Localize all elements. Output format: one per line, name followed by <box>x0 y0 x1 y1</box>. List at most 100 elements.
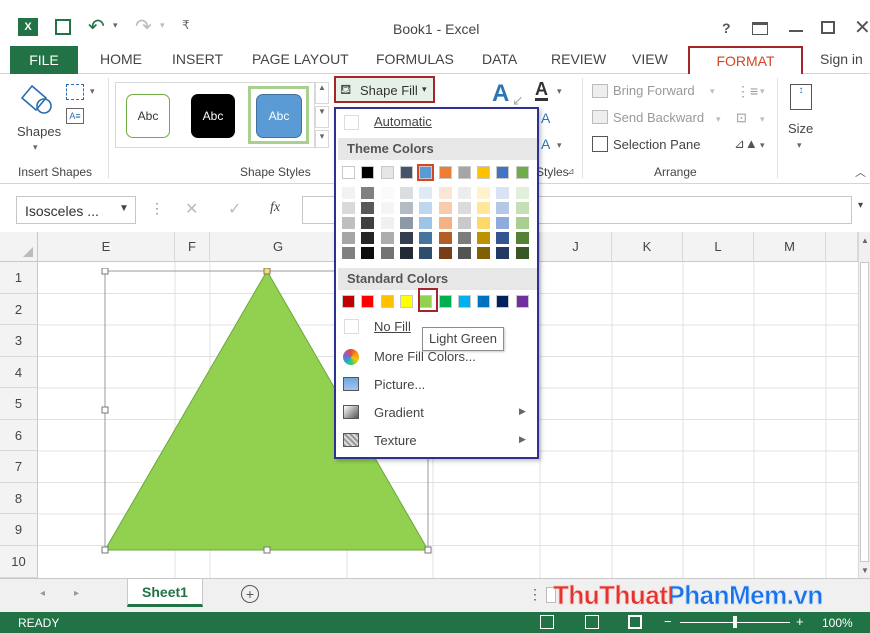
theme-tint-swatch[interactable] <box>496 202 510 214</box>
theme-color-swatch[interactable] <box>361 166 375 179</box>
send-backward-icon[interactable] <box>592 110 608 124</box>
menu-item-no-fill[interactable]: No Fill <box>374 319 411 334</box>
standard-color-swatch[interactable] <box>438 295 452 308</box>
scroll-down-icon[interactable]: ▼ <box>861 566 869 575</box>
tab-data[interactable]: DATA <box>482 51 517 67</box>
standard-color-swatch[interactable] <box>477 295 491 308</box>
theme-tint-swatch[interactable] <box>477 217 491 229</box>
theme-tint-swatch[interactable] <box>399 217 413 229</box>
theme-tint-swatch[interactable] <box>399 187 413 199</box>
edit-shape-dropdown-icon[interactable]: ▾ <box>90 86 95 97</box>
cancel-entry-icon[interactable]: ✕ <box>185 199 198 219</box>
sign-in-link[interactable]: Sign in <box>820 51 863 67</box>
column-header-m[interactable]: M <box>754 232 826 262</box>
selection-pane-icon[interactable] <box>592 136 608 152</box>
sheet-next-icon[interactable]: ▸ <box>74 588 79 599</box>
standard-color-swatch[interactable] <box>342 295 355 308</box>
text-color-icon[interactable]: A <box>535 80 548 101</box>
theme-tint-swatch[interactable] <box>438 232 452 244</box>
size-dropdown-icon[interactable]: ▾ <box>797 140 802 151</box>
column-header-f[interactable]: F <box>175 232 210 262</box>
theme-color-swatch[interactable] <box>438 166 452 179</box>
theme-color-swatch[interactable] <box>477 166 491 179</box>
collapse-ribbon-icon[interactable]: ︿ <box>855 164 866 180</box>
menu-item-gradient[interactable]: Gradient <box>374 405 424 420</box>
page-layout-view-icon[interactable] <box>585 615 599 629</box>
theme-tint-swatch[interactable] <box>496 217 510 229</box>
theme-tint-swatch[interactable] <box>342 232 355 244</box>
row-header-7[interactable]: 7 <box>0 451 38 483</box>
rotate-icon[interactable]: ⊿▲ <box>734 136 758 152</box>
theme-tint-swatch[interactable] <box>438 187 452 199</box>
zoom-out-icon[interactable]: − <box>664 614 672 629</box>
selection-pane-button[interactable]: Selection Pane <box>613 137 700 152</box>
standard-color-swatch[interactable] <box>361 295 375 308</box>
select-all-corner[interactable] <box>0 232 38 262</box>
theme-tint-swatch[interactable] <box>515 217 529 229</box>
undo-dropdown-icon[interactable]: ▾ <box>113 20 118 31</box>
theme-tint-swatch[interactable] <box>438 217 452 229</box>
theme-tint-swatch[interactable] <box>496 247 510 259</box>
tab-page-layout[interactable]: PAGE LAYOUT <box>252 51 349 67</box>
standard-color-swatch[interactable] <box>515 295 529 308</box>
row-header-4[interactable]: 4 <box>0 356 38 388</box>
column-header-g[interactable]: G <box>210 232 347 262</box>
page-break-view-icon[interactable] <box>628 615 642 629</box>
name-box-dropdown-icon[interactable]: ▼ <box>119 203 129 214</box>
theme-color-swatch[interactable] <box>380 166 394 179</box>
standard-color-swatch[interactable] <box>496 295 510 308</box>
column-header-e[interactable]: E <box>38 232 175 262</box>
row-header-3[interactable]: 3 <box>0 325 38 357</box>
theme-tint-swatch[interactable] <box>457 247 471 259</box>
tab-insert[interactable]: INSERT <box>172 51 223 67</box>
theme-tint-swatch[interactable] <box>477 187 491 199</box>
text-box-icon[interactable]: A≡ <box>66 108 84 124</box>
customize-qat-icon[interactable]: ₹ <box>182 18 190 32</box>
theme-tint-swatch[interactable] <box>419 202 433 214</box>
help-icon[interactable]: ? <box>722 20 731 36</box>
align-dropdown-icon[interactable]: ▾ <box>760 86 765 97</box>
theme-tint-swatch[interactable] <box>457 217 471 229</box>
bring-forward-icon[interactable] <box>592 84 608 98</box>
group-objects-icon[interactable]: ⊡ <box>736 110 747 126</box>
theme-tint-swatch[interactable] <box>515 187 529 199</box>
tab-review[interactable]: REVIEW <box>551 51 606 67</box>
undo-icon[interactable]: ↶ <box>88 14 105 39</box>
theme-tint-swatch[interactable] <box>361 247 375 259</box>
sheet-prev-icon[interactable]: ◂ <box>40 588 45 599</box>
menu-item-automatic[interactable]: Automatic <box>374 114 432 129</box>
theme-tint-swatch[interactable] <box>457 232 471 244</box>
menu-item-more-fill-colors[interactable]: More Fill Colors... <box>374 349 476 364</box>
theme-tint-swatch[interactable] <box>342 202 355 214</box>
size-button-label[interactable]: Size <box>788 121 813 136</box>
text-fill-icon[interactable]: A <box>492 80 509 108</box>
theme-tint-swatch[interactable] <box>477 247 491 259</box>
group-dropdown-icon[interactable]: ▾ <box>760 114 765 125</box>
row-header-6[interactable]: 6 <box>0 419 38 451</box>
styles-scroll-up-icon[interactable]: ▲ <box>315 82 329 104</box>
text-outline-icon[interactable]: A <box>541 110 550 126</box>
theme-tint-swatch[interactable] <box>380 247 394 259</box>
minimize-icon[interactable] <box>789 30 803 32</box>
column-header-n[interactable] <box>826 232 858 262</box>
scroll-up-icon[interactable]: ▲ <box>861 236 869 245</box>
text-effects-small-icon[interactable]: A <box>541 136 550 152</box>
theme-tint-swatch[interactable] <box>457 202 471 214</box>
tab-home[interactable]: HOME <box>100 51 142 67</box>
scroll-thumb[interactable] <box>860 262 869 562</box>
shapes-button-label[interactable]: Shapes <box>17 124 61 139</box>
shapes-dropdown-icon[interactable]: ▾ <box>33 142 38 153</box>
theme-tint-swatch[interactable] <box>361 232 375 244</box>
theme-tint-swatch[interactable] <box>438 202 452 214</box>
shape-style-black[interactable]: Abc <box>191 94 235 138</box>
sheet-bar-splitter-icon[interactable]: ⋮ <box>528 586 542 603</box>
tab-formulas[interactable]: FORMULAS <box>376 51 454 67</box>
rotate-dropdown-icon[interactable]: ▾ <box>760 140 765 151</box>
text-effects-dropdown-icon[interactable]: ▾ <box>557 140 562 151</box>
tab-format[interactable]: FORMAT <box>688 46 803 74</box>
confirm-entry-icon[interactable]: ✓ <box>228 199 241 219</box>
standard-color-swatch[interactable] <box>399 295 413 308</box>
theme-color-swatch[interactable] <box>417 164 435 181</box>
size-icon[interactable]: ↕ <box>790 84 812 110</box>
row-header-2[interactable]: 2 <box>0 293 38 325</box>
